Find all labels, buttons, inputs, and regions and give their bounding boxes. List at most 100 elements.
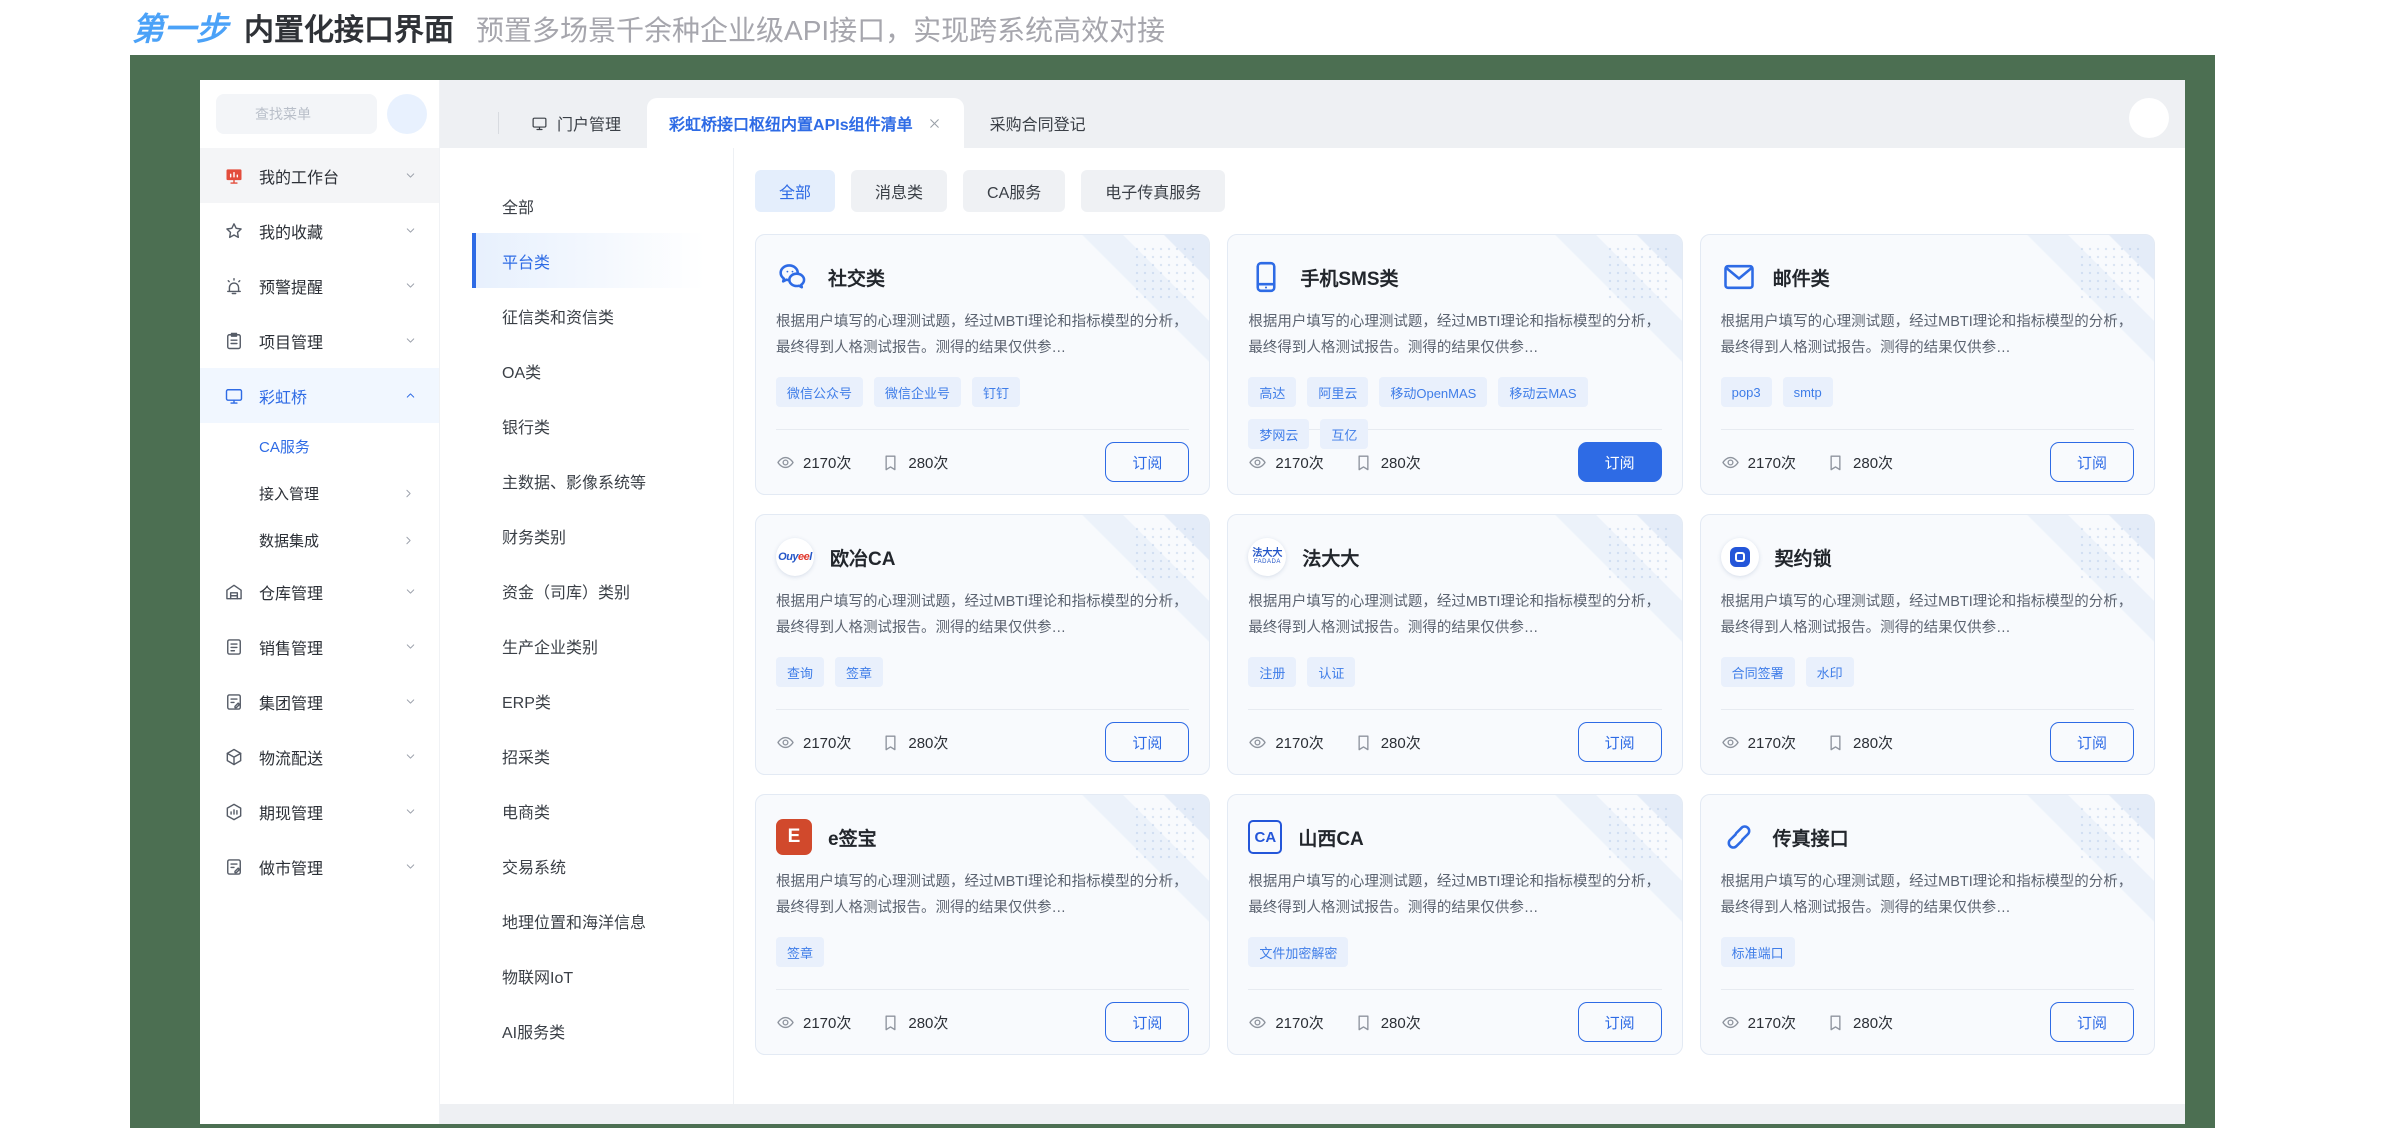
subscribe-button[interactable]: 订阅 [2050,722,2134,762]
card-tag: 移动OpenMAS [1379,377,1487,407]
category-label: AI服务类 [502,1019,565,1043]
sidebar-item-projects[interactable]: 项目管理 [200,313,439,368]
tab-rainbow-apis[interactable]: 彩虹桥接口枢纽内置APIs组件清单 [647,98,964,148]
bookmark-icon [881,1013,900,1032]
subscribe-button[interactable]: 订阅 [1578,722,1662,762]
views-count: 2170次 [1275,452,1323,473]
collapse-sidebar-button[interactable] [387,94,427,134]
category-item-5[interactable]: 主数据、影像系统等 [472,453,705,508]
fax-connector-icon [1721,819,1757,855]
card-tag-row: 合同签署水印 [1721,657,2134,687]
sidebar-item-label: 彩虹桥 [259,384,307,408]
step-label: 第一步 [132,4,228,50]
filter-chip-2[interactable]: CA服务 [963,170,1065,212]
bookmark-icon [1826,453,1845,472]
fadada-logo: 法大大FADADA [1248,538,1286,576]
category-item-7[interactable]: 资金（司库）类别 [472,563,705,618]
tab-label: 彩虹桥接口枢纽内置APIs组件清单 [669,111,913,135]
box-icon [224,747,244,767]
api-card-sms: 手机SMS类根据用户填写的心理测试题，经过MBTI理论和指标模型的分析，最终得到… [1227,234,1682,495]
category-label: 物联网IoT [502,964,573,988]
sidebar-subitem-data-integration[interactable]: 数据集成 [200,517,439,564]
sidebar-item-logistics[interactable]: 物流配送 [200,729,439,784]
card-title: e签宝 [828,824,877,851]
category-item-8[interactable]: 生产企业类别 [472,618,705,673]
category-item-4[interactable]: 银行类 [472,398,705,453]
saves-stat: 280次 [1354,1012,1421,1033]
category-item-1[interactable]: 平台类 [472,233,705,288]
card-description: 根据用户填写的心理测试题，经过MBTI理论和指标模型的分析，最终得到人格测试报告… [1248,869,1661,921]
collapse-menu-icon [397,104,417,124]
menu-search-box[interactable] [216,94,377,134]
chevron-right-icon [402,487,415,500]
category-item-13[interactable]: 地理位置和海洋信息 [472,893,705,948]
menu-search-input[interactable] [253,105,365,123]
api-card-social: 社交类根据用户填写的心理测试题，经过MBTI理论和指标模型的分析，最终得到人格测… [755,234,1210,495]
card-title: 契约锁 [1775,544,1832,571]
category-item-0[interactable]: 全部 [472,178,705,233]
views-stat: 2170次 [1248,732,1323,753]
card-header: 邮件类 [1721,257,2134,297]
sidebar-menu: 我的工作台我的收藏预警提醒项目管理彩虹桥 CA服务接入管理数据集成仓库管理销售管理… [200,148,439,894]
sidebar-item-warehouse[interactable]: 仓库管理 [200,564,439,619]
card-footer: 2170次 280次 订阅 [776,710,1189,774]
card-tag-row: 高达阿里云移动OpenMAS移动云MAS [1248,377,1661,407]
saves-stat: 280次 [881,732,948,753]
category-label: 资金（司库）类别 [502,579,630,603]
app-window: 我的工作台我的收藏预警提醒项目管理彩虹桥CA服务接入管理数据集成仓库管理销售管理… [200,80,2185,1124]
category-item-11[interactable]: 电商类 [472,783,705,838]
subscribe-button[interactable]: 订阅 [2050,1002,2134,1042]
tab-purchase-contract[interactable]: 采购合同登记 [964,98,1112,148]
filter-chip-0[interactable]: 全部 [755,170,835,212]
close-icon[interactable] [927,116,942,131]
sidebar-item-futures-spot[interactable]: 期现管理 [200,784,439,839]
card-tag: 标准端口 [1721,937,1795,967]
sidebar-item-market-making[interactable]: 做市管理 [200,839,439,894]
sidebar-item-label: 我的收藏 [259,219,323,243]
card-title: 社交类 [828,264,885,291]
search-icon [228,106,245,123]
sidebar-subitem-ca-service[interactable]: CA服务 [200,423,439,470]
document-pen-icon [224,692,244,712]
category-label: 银行类 [502,414,550,438]
category-item-6[interactable]: 财务类别 [472,508,705,563]
category-item-2[interactable]: 征信类和资信类 [472,288,705,343]
tab-list-dropdown-button[interactable] [2129,98,2169,138]
views-count: 2170次 [1748,452,1796,473]
home-tab-button[interactable] [452,98,496,148]
chevron-down-icon [404,585,417,598]
saves-count: 280次 [908,732,948,753]
saves-stat: 280次 [1354,452,1421,473]
category-item-14[interactable]: 物联网IoT [472,948,705,1003]
bookmark-icon [1354,453,1373,472]
sidebar-item-favorites[interactable]: 我的收藏 [200,203,439,258]
sidebar-subitem-label: 数据集成 [259,530,319,551]
filter-chip-1[interactable]: 消息类 [851,170,947,212]
page-title: 第一步 内置化接口界面 预置多场景千余种企业级API接口，实现跨系统高效对接 [132,4,1165,50]
tab-portal[interactable]: 门户管理 [505,98,647,148]
sidebar-item-group[interactable]: 集团管理 [200,674,439,729]
card-title: 山西CA [1298,824,1363,851]
sidebar-item-sales[interactable]: 销售管理 [200,619,439,674]
shanxi-ca-logo: CA [1248,820,1282,854]
subscribe-button[interactable]: 订阅 [1105,1002,1189,1042]
sidebar-item-rainbow-bridge[interactable]: 彩虹桥 [200,368,439,423]
api-card-qiyuesuo: 契约锁根据用户填写的心理测试题，经过MBTI理论和指标模型的分析，最终得到人格测… [1700,514,2155,775]
subscribe-button[interactable]: 订阅 [1105,722,1189,762]
chevron-down-icon [404,279,417,292]
filter-chip-3[interactable]: 电子传真服务 [1081,170,1225,212]
subscribe-button[interactable]: 订阅 [2050,442,2134,482]
saves-count: 280次 [908,452,948,473]
category-item-10[interactable]: 招采类 [472,728,705,783]
category-item-3[interactable]: OA类 [472,343,705,398]
subscribe-button[interactable]: 订阅 [1578,1002,1662,1042]
category-item-9[interactable]: ERP类 [472,673,705,728]
sidebar-subitem-access-management[interactable]: 接入管理 [200,470,439,517]
category-item-15[interactable]: AI服务类 [472,1003,705,1058]
sidebar-item-alerts[interactable]: 预警提醒 [200,258,439,313]
sidebar-item-label: 仓库管理 [259,580,323,604]
views-stat: 2170次 [776,732,851,753]
category-item-12[interactable]: 交易系统 [472,838,705,893]
subscribe-button[interactable]: 订阅 [1105,442,1189,482]
sidebar-item-workbench[interactable]: 我的工作台 [200,148,439,203]
